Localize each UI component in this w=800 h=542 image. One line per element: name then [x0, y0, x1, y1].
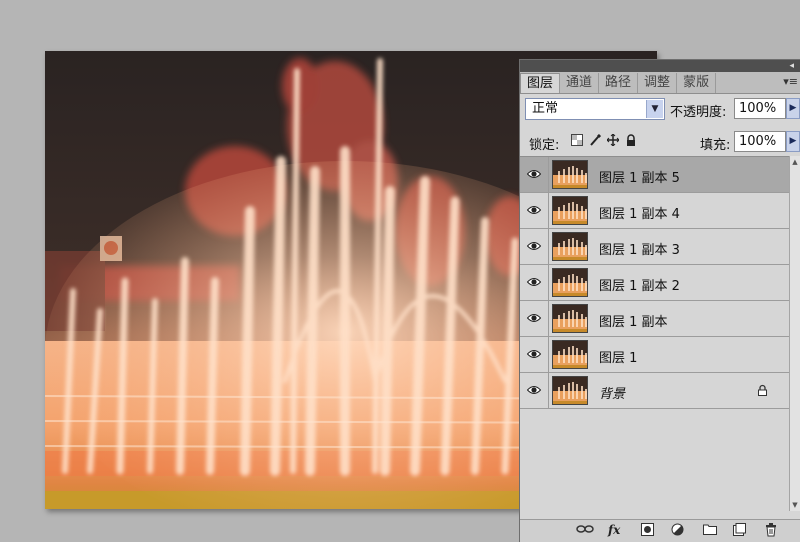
- layer-row[interactable]: 图层 1 副本 5: [520, 157, 790, 193]
- layer-list-scrollbar[interactable]: ▲ ▼: [789, 156, 800, 511]
- layer-name[interactable]: 图层 1 副本 5: [599, 167, 680, 186]
- link-icon[interactable]: [576, 523, 594, 538]
- lock-position-icon[interactable]: [606, 133, 619, 147]
- layer-name[interactable]: 图层 1: [599, 347, 637, 366]
- layer-lock-icon: [757, 384, 768, 396]
- new-layer-icon[interactable]: [733, 523, 746, 538]
- blend-mode-value: 正常: [532, 101, 559, 116]
- layer-name[interactable]: 背景: [599, 383, 625, 402]
- scroll-down-icon[interactable]: ▼: [790, 499, 800, 511]
- layer-row[interactable]: 图层 1 副本 4: [520, 193, 790, 229]
- lock-row: 锁定: 填充: 100% ▶: [520, 130, 800, 154]
- eye-icon[interactable]: [526, 276, 542, 288]
- layer-name[interactable]: 图层 1 副本 3: [599, 239, 680, 258]
- layer-name[interactable]: 图层 1 副本: [599, 311, 668, 330]
- layer-name[interactable]: 图层 1 副本 2: [599, 275, 680, 294]
- eye-icon[interactable]: [526, 168, 542, 180]
- panel-bottom-bar: fx: [520, 519, 800, 542]
- layer-row[interactable]: 图层 1 副本 3: [520, 229, 790, 265]
- visibility-toggle[interactable]: [520, 157, 549, 192]
- fill-slider-arrow-icon[interactable]: ▶: [786, 131, 800, 152]
- eye-icon[interactable]: [526, 240, 542, 252]
- trash-icon[interactable]: [765, 523, 777, 538]
- lock-label: 锁定:: [529, 138, 560, 153]
- layer-thumbnail: [552, 340, 588, 369]
- chevron-down-icon[interactable]: ▼: [646, 100, 663, 118]
- layer-thumbnail: [552, 376, 588, 405]
- layer-thumbnail: [552, 268, 588, 297]
- opacity-input[interactable]: 100%: [734, 98, 786, 119]
- layer-row[interactable]: 图层 1 副本: [520, 301, 790, 337]
- lock-transparent-pixels-icon[interactable]: [570, 134, 583, 147]
- opacity-label: 不透明度:: [670, 105, 727, 120]
- blend-mode-select[interactable]: 正常 ▼: [525, 98, 665, 120]
- layers-panel: ◂ 图层 通道 路径 调整 蒙版 ▾≡ 正常 ▼ 不透明度: 100% ▶ 锁定…: [519, 59, 800, 542]
- visibility-toggle[interactable]: [520, 265, 549, 300]
- tab-channels[interactable]: 通道: [560, 73, 600, 93]
- blend-row: 正常 ▼ 不透明度: 100% ▶: [520, 98, 800, 124]
- tab-paths[interactable]: 路径: [599, 73, 639, 93]
- fill-input[interactable]: 100%: [734, 131, 786, 152]
- layer-list: 图层 1 副本 5 图层 1 副本 4 图层 1 副本 3 图层 1 副本 2 图层 1…: [520, 156, 790, 512]
- layer-thumbnail: [552, 232, 588, 261]
- layer-thumbnail: [552, 196, 588, 225]
- eye-icon[interactable]: [526, 312, 542, 324]
- layer-row[interactable]: 图层 1: [520, 337, 790, 373]
- eye-icon[interactable]: [526, 384, 542, 396]
- tab-layers[interactable]: 图层: [520, 73, 561, 93]
- eye-icon[interactable]: [526, 204, 542, 216]
- visibility-toggle[interactable]: [520, 301, 549, 336]
- tab-masks[interactable]: 蒙版: [677, 73, 717, 93]
- layer-thumbnail: [552, 160, 588, 189]
- panel-title-bar[interactable]: ◂: [520, 60, 800, 72]
- fx-icon[interactable]: fx: [608, 523, 620, 538]
- visibility-toggle[interactable]: [520, 229, 549, 264]
- opacity-slider-arrow-icon[interactable]: ▶: [786, 98, 800, 119]
- adjustment-icon[interactable]: [671, 523, 684, 538]
- layer-row[interactable]: 图层 1 副本 2: [520, 265, 790, 301]
- panel-menu-icon[interactable]: ▾≡: [783, 75, 798, 88]
- visibility-toggle[interactable]: [520, 193, 549, 228]
- lock-all-icon[interactable]: [624, 134, 637, 147]
- visibility-toggle[interactable]: [520, 337, 549, 372]
- eye-icon[interactable]: [526, 348, 542, 360]
- group-folder-icon[interactable]: [703, 523, 717, 538]
- lock-image-pixels-icon[interactable]: [588, 133, 601, 147]
- mask-icon[interactable]: [641, 523, 654, 538]
- layer-name[interactable]: 图层 1 副本 4: [599, 203, 680, 222]
- tab-adjustments[interactable]: 调整: [638, 73, 678, 93]
- fill-label: 填充:: [700, 138, 731, 153]
- collapse-panel-icon[interactable]: ◂: [789, 60, 794, 72]
- scroll-up-icon[interactable]: ▲: [790, 156, 800, 168]
- layer-row[interactable]: 背景: [520, 373, 790, 409]
- visibility-toggle[interactable]: [520, 373, 549, 408]
- layer-thumbnail: [552, 304, 588, 333]
- panel-tabs: 图层 通道 路径 调整 蒙版 ▾≡: [520, 72, 800, 94]
